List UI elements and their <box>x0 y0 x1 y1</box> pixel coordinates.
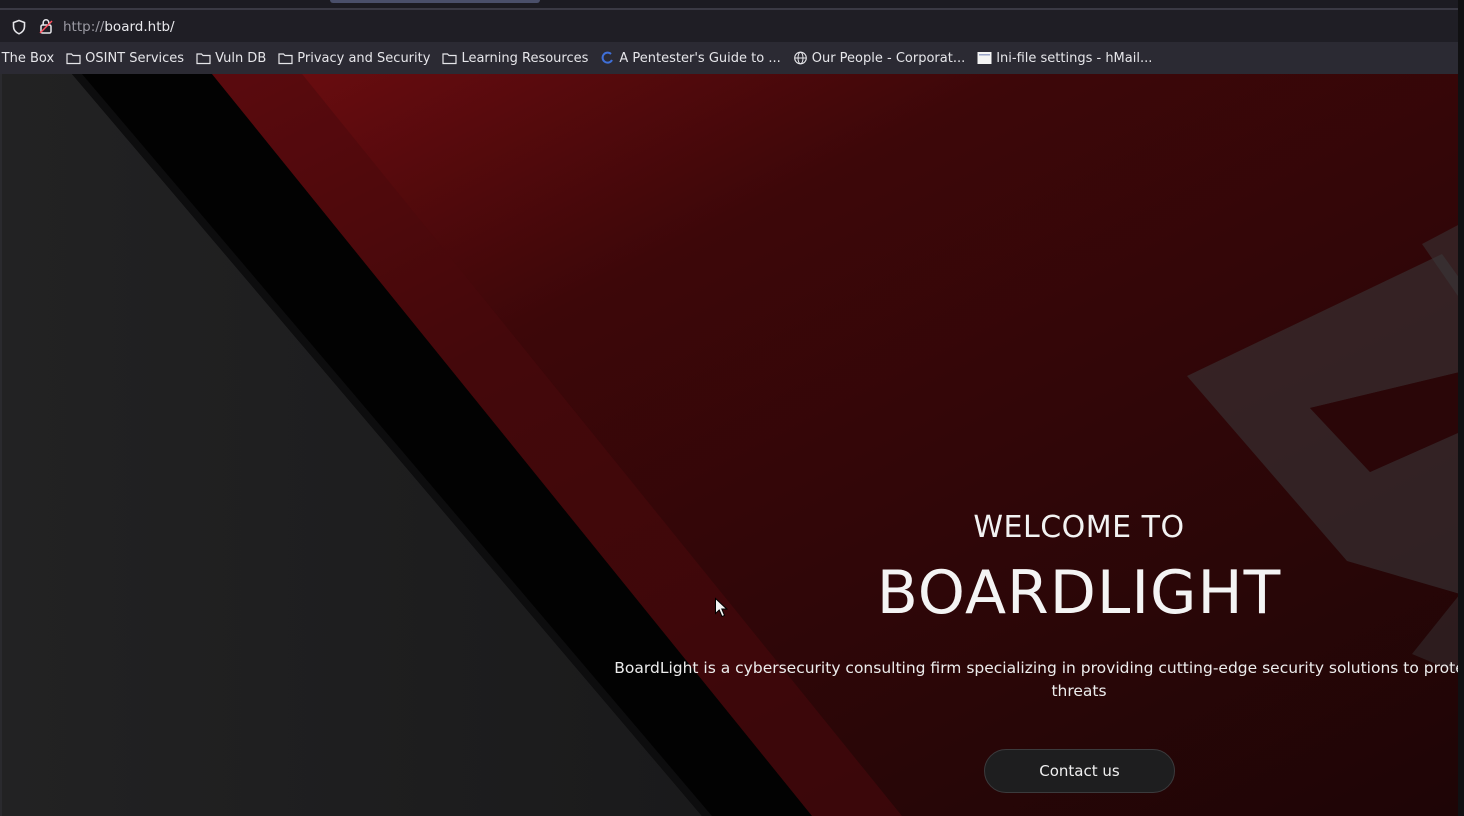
shield-icon[interactable] <box>11 19 27 35</box>
globe-icon <box>793 51 807 65</box>
hero-tagline-line1: BoardLight is a cybersecurity consulting… <box>614 659 1458 677</box>
folder-icon <box>278 53 293 65</box>
bookmark-hackthebox[interactable]: k The Box <box>0 42 54 74</box>
page-viewport: WELCOME TO BOARDLIGHT BoardLight is a cy… <box>0 74 1458 816</box>
bookmark-label: A Pentester's Guide to ... <box>619 50 781 66</box>
bookmark-label: Privacy and Security <box>297 50 431 66</box>
mouse-pointer-icon <box>715 597 729 618</box>
bookmark-label: Vuln DB <box>215 50 267 66</box>
browser-window: http://board.htb/ k The Box OSINT Servic… <box>0 0 1464 816</box>
bookmark-label: k The Box <box>0 50 55 66</box>
bookmark-folder-learning[interactable]: Learning Resources <box>442 42 588 74</box>
hero-tagline: BoardLight is a cybersecurity consulting… <box>558 657 1458 703</box>
bookmark-pentester-guide[interactable]: A Pentester's Guide to ... <box>600 42 781 74</box>
hero-tagline-line2: threats <box>1051 682 1107 700</box>
loading-icon <box>602 51 614 64</box>
insecure-lock-icon[interactable] <box>38 18 54 34</box>
hero-welcome: WELCOME TO <box>973 510 1185 545</box>
page-icon <box>977 52 992 64</box>
bookmark-folder-vulndb[interactable]: Vuln DB <box>196 42 266 74</box>
window-edge <box>1458 0 1464 816</box>
bookmarks-toolbar: k The Box OSINT Services Vuln DB Privacy… <box>0 42 1458 74</box>
active-tab-indicator[interactable] <box>330 0 540 3</box>
bookmark-folder-privacy[interactable]: Privacy and Security <box>278 42 430 74</box>
bookmark-our-people[interactable]: Our People - Corporat... <box>793 42 965 74</box>
bookmark-hmail-ini[interactable]: Ini-file settings - hMail... <box>977 42 1152 74</box>
bookmark-label: Our People - Corporat... <box>811 50 966 66</box>
url-text[interactable]: http://board.htb/ <box>63 19 175 35</box>
contact-us-button[interactable]: Contact us <box>984 749 1175 793</box>
folder-icon <box>66 53 81 65</box>
address-bar[interactable]: http://board.htb/ <box>0 8 1458 42</box>
bookmark-label: Ini-file settings - hMail... <box>996 50 1153 66</box>
bookmark-folder-osint[interactable]: OSINT Services <box>66 42 184 74</box>
bookmark-label: OSINT Services <box>85 50 185 66</box>
hero-background <box>2 74 1458 816</box>
hero-brand-title: BOARDLIGHT <box>876 558 1282 628</box>
url-host: board.htb/ <box>104 19 175 35</box>
bookmark-label: Learning Resources <box>461 50 589 66</box>
folder-icon <box>442 53 458 65</box>
url-protocol: http:// <box>63 19 105 35</box>
folder-icon <box>196 53 211 65</box>
